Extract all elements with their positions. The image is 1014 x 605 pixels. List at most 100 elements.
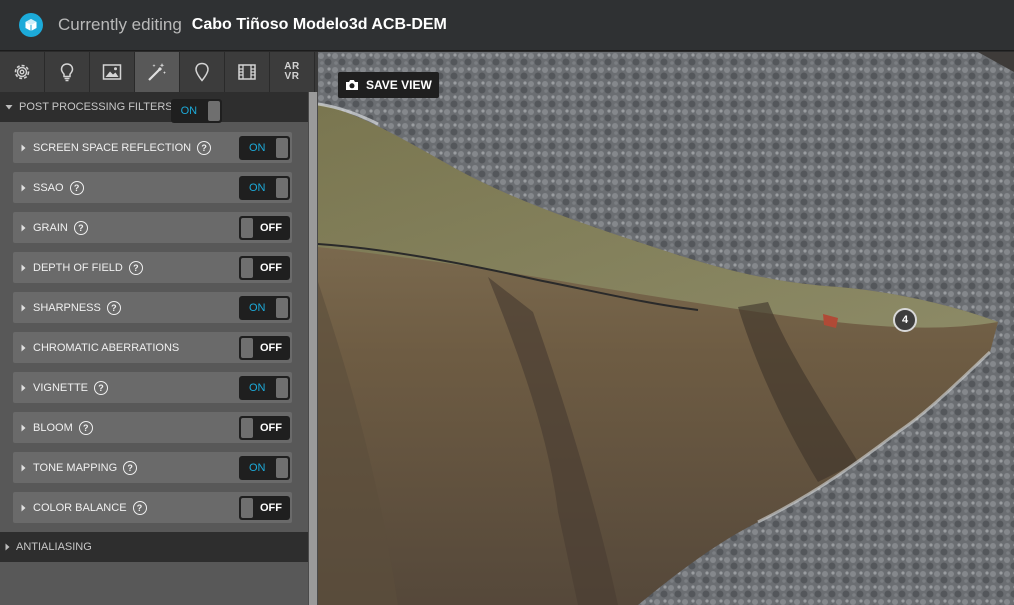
- caret-right-icon: [21, 144, 26, 151]
- sidebar-scrollbar-thumb[interactable]: [309, 92, 317, 605]
- toggle-state-label: OFF: [260, 502, 282, 514]
- filter-toggle[interactable]: ON: [239, 456, 290, 480]
- caret-right-icon: [21, 464, 26, 471]
- filter-toggle[interactable]: ON: [239, 376, 290, 400]
- film-icon: [238, 64, 256, 80]
- toggle-state-label: ON: [249, 462, 266, 474]
- caret-right-icon: [21, 304, 26, 311]
- toggle-state-label: OFF: [260, 422, 282, 434]
- filter-label: BLOOM: [33, 421, 73, 434]
- filter-row-screen-space-reflection[interactable]: SCREEN SPACE REFLECTION ? ON: [13, 132, 292, 163]
- toggle-knob: [276, 458, 288, 478]
- filter-toggle[interactable]: OFF: [239, 256, 290, 280]
- filter-row-vignette[interactable]: VIGNETTE ? ON: [13, 372, 292, 403]
- filter-label: DEPTH OF FIELD: [33, 261, 123, 274]
- filter-row-sharpness[interactable]: SHARPNESS ? ON: [13, 292, 292, 323]
- toggle-state-label: ON: [249, 182, 266, 194]
- tab-general-settings[interactable]: [0, 52, 45, 92]
- toggle-state-label: ON: [180, 105, 198, 117]
- filter-toggle[interactable]: OFF: [239, 496, 290, 520]
- filter-row-depth-of-field[interactable]: DEPTH OF FIELD ? OFF: [13, 252, 292, 283]
- help-icon[interactable]: ?: [123, 460, 138, 475]
- filter-row-color-balance[interactable]: COLOR BALANCE ? OFF: [13, 492, 292, 523]
- antialiasing-header[interactable]: ANTIALIASING: [0, 532, 308, 562]
- toggle-knob: [207, 101, 220, 121]
- filter-row-grain[interactable]: GRAIN ? OFF: [13, 212, 292, 243]
- help-icon[interactable]: ?: [78, 420, 93, 435]
- post-processing-header[interactable]: POST PROCESSING FILTERS ON: [0, 92, 308, 123]
- tab-animation[interactable]: [225, 52, 270, 92]
- filter-label: COLOR BALANCE: [33, 501, 127, 514]
- toggle-knob: [241, 258, 253, 278]
- filter-label: GRAIN: [33, 221, 68, 234]
- caret-right-icon: [21, 224, 26, 231]
- filter-toggle[interactable]: OFF: [239, 216, 290, 240]
- save-view-label: SAVE VIEW: [366, 78, 432, 92]
- toggle-knob: [241, 498, 253, 518]
- help-icon[interactable]: ?: [94, 380, 109, 395]
- filter-toggle[interactable]: OFF: [239, 336, 290, 360]
- tab-lighting[interactable]: [45, 52, 90, 92]
- annotation-marker[interactable]: 4: [893, 308, 917, 332]
- camera-icon: [346, 80, 358, 90]
- tab-ar-vr[interactable]: AR VR: [270, 52, 315, 92]
- caret-right-icon: [21, 384, 26, 391]
- vr-label: VR: [284, 71, 300, 82]
- help-icon[interactable]: ?: [69, 180, 84, 195]
- editing-label: Currently editing: [58, 15, 182, 34]
- save-view-button[interactable]: SAVE VIEW: [338, 72, 439, 98]
- toggle-knob: [241, 218, 253, 238]
- settings-tabs: AR VR: [0, 52, 318, 92]
- filter-row-tone-mapping[interactable]: TONE MAPPING ? ON: [13, 452, 292, 483]
- caret-right-icon: [21, 424, 26, 431]
- toggle-state-label: OFF: [260, 262, 282, 274]
- filter-toggle[interactable]: ON: [239, 176, 290, 200]
- lightbulb-icon: [60, 63, 74, 82]
- settings-sidebar: AR VR POST PROCESSING FILTERS ON SCREEN …: [0, 52, 318, 605]
- filter-row-chromatic-aberrations[interactable]: CHROMATIC ABERRATIONS OFF: [13, 332, 292, 363]
- help-icon[interactable]: ?: [132, 500, 147, 515]
- toggle-state-label: OFF: [260, 222, 282, 234]
- toggle-knob: [276, 298, 288, 318]
- toggle-knob: [276, 138, 288, 158]
- map-pin-icon: [195, 62, 209, 82]
- ar-vr-icon: AR VR: [284, 62, 299, 82]
- tab-post-processing[interactable]: [135, 52, 180, 92]
- caret-right-icon: [21, 264, 26, 271]
- model-title: Cabo Tiñoso Modelo3d ACB-DEM: [191, 16, 447, 33]
- filter-label: SSAO: [33, 181, 64, 194]
- toggle-state-label: ON: [249, 142, 266, 154]
- post-processing-toggle[interactable]: ON: [170, 99, 222, 123]
- caret-right-icon: [21, 184, 26, 191]
- filter-toggle[interactable]: ON: [239, 136, 290, 160]
- antialiasing-title: ANTIALIASING: [16, 541, 92, 553]
- caret-right-icon: [21, 344, 26, 351]
- toggle-state-label: ON: [249, 382, 266, 394]
- filter-label: SHARPNESS: [33, 301, 101, 314]
- caret-right-icon: [21, 504, 26, 511]
- sketchfab-logo-icon: [19, 13, 43, 37]
- filter-row-ssao[interactable]: SSAO ? ON: [13, 172, 292, 203]
- filter-toggle[interactable]: ON: [239, 296, 290, 320]
- filter-toggle[interactable]: OFF: [239, 416, 290, 440]
- top-bar: Currently editing Cabo Tiñoso Modelo3d A…: [0, 0, 1014, 51]
- filter-label: VIGNETTE: [33, 381, 89, 394]
- post-processing-title: POST PROCESSING FILTERS: [19, 101, 173, 113]
- caret-right-icon: [5, 543, 10, 551]
- gear-icon: [14, 64, 30, 80]
- filter-row-bloom[interactable]: BLOOM ? OFF: [13, 412, 292, 443]
- help-icon[interactable]: ?: [197, 140, 212, 155]
- toggle-knob: [241, 418, 253, 438]
- toggle-knob: [241, 338, 253, 358]
- tab-annotations[interactable]: [180, 52, 225, 92]
- filter-label: TONE MAPPING: [33, 461, 118, 474]
- filter-label: SCREEN SPACE REFLECTION: [33, 141, 192, 154]
- help-icon[interactable]: ?: [128, 260, 143, 275]
- image-icon: [102, 64, 122, 80]
- toggle-knob: [276, 378, 288, 398]
- help-icon[interactable]: ?: [106, 300, 121, 315]
- toggle-state-label: OFF: [260, 342, 282, 354]
- magic-wand-icon: [148, 63, 167, 81]
- help-icon[interactable]: ?: [73, 220, 88, 235]
- tab-background[interactable]: [90, 52, 135, 92]
